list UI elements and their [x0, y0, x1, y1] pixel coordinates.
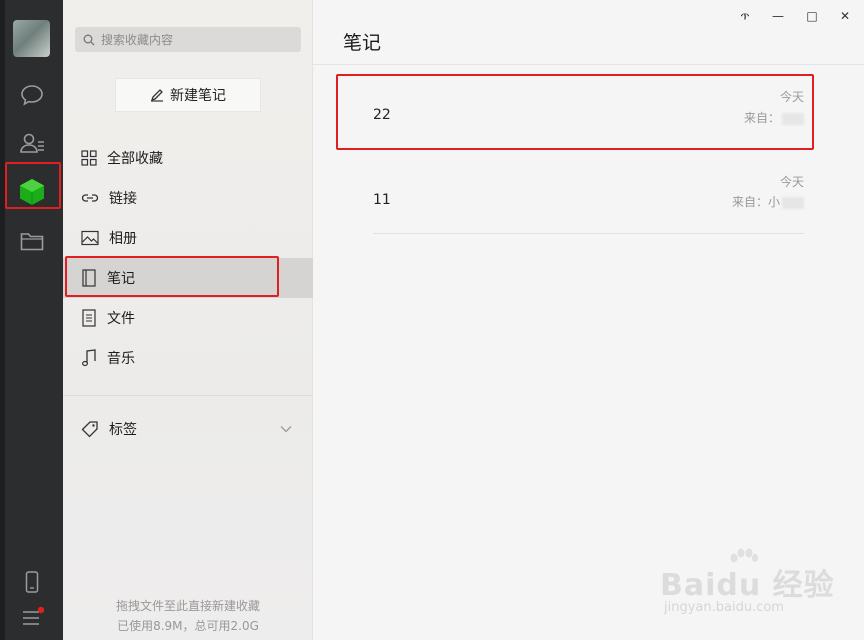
new-note-label: 新建笔记: [170, 88, 226, 104]
minimize-icon: —: [772, 9, 784, 23]
maximize-icon: □: [806, 9, 818, 23]
chevron-down-icon[interactable]: [280, 425, 292, 433]
image-icon: [81, 230, 99, 246]
close-icon: ✕: [839, 9, 851, 23]
watermark: Baidu 经验 jingyan.baidu.com: [660, 548, 860, 638]
page-title: 笔记: [343, 32, 382, 54]
note-date: 今天: [779, 175, 804, 189]
nav-label: 音乐: [107, 351, 135, 367]
drag-hint: 拖拽文件至此直接新建收藏: [115, 599, 260, 613]
menu-icon[interactable]: [18, 603, 46, 631]
pin-icon: ጥ: [740, 8, 750, 23]
pin-button[interactable]: ጥ: [731, 6, 759, 26]
watermark-site: jingyan.baidu.com: [664, 600, 784, 615]
folder-icon[interactable]: [18, 227, 46, 255]
avatar[interactable]: [13, 20, 50, 57]
nav-item-files[interactable]: 文件: [63, 298, 313, 338]
nav-item-album[interactable]: 相册: [63, 218, 313, 258]
section-divider: [63, 395, 313, 396]
tags-label: 标签: [109, 422, 137, 438]
nav-label: 全部收藏: [107, 151, 163, 167]
phone-icon[interactable]: [18, 568, 46, 596]
close-button[interactable]: ✕: [831, 6, 859, 26]
tag-icon: [81, 421, 98, 438]
favorites-sidebar: 搜索收藏内容 新建笔记 全部收藏 链接 相册 笔记 文件 音乐 标签 拖拽文件至…: [63, 0, 313, 640]
storage-usage: 已使用8.9M，总可用2.0G: [117, 619, 259, 633]
search-placeholder: 搜索收藏内容: [101, 33, 174, 47]
nav-item-all-favorites[interactable]: 全部收藏: [63, 138, 313, 178]
contacts-icon[interactable]: [18, 129, 46, 157]
app-rail: [0, 0, 63, 640]
rail-highlight-box: [5, 162, 61, 209]
notes-panel: ጥ — □ ✕ 笔记 22 今天 来自： 11 今天 来自：小: [313, 0, 864, 640]
note-source: 来自：小: [732, 193, 804, 210]
minimize-button[interactable]: —: [764, 6, 792, 26]
search-input[interactable]: 搜索收藏内容: [75, 27, 301, 52]
music-note-icon: [81, 349, 96, 367]
nav-item-links[interactable]: 链接: [63, 178, 313, 218]
nav-label: 相册: [109, 231, 137, 247]
note-divider: [373, 233, 804, 234]
notes-highlight-box: [65, 256, 279, 297]
link-icon: [81, 194, 99, 202]
note-title: 11: [373, 192, 391, 208]
nav-label: 链接: [109, 191, 137, 207]
new-note-button[interactable]: 新建笔记: [115, 78, 261, 112]
grid-icon: [81, 150, 97, 166]
search-icon: [83, 34, 95, 45]
tags-section[interactable]: 标签: [63, 409, 313, 449]
blurred-source: [782, 196, 804, 209]
file-icon: [82, 309, 96, 327]
title-divider: [313, 64, 864, 65]
note-source-label: 来自：小: [731, 195, 780, 209]
note-highlight-box: [336, 74, 814, 150]
chat-bubble-icon[interactable]: [18, 81, 46, 109]
note-item[interactable]: 11 今天 来自：小: [357, 160, 804, 244]
watermark-brand: Baidu 经验: [660, 568, 835, 603]
nav-label: 文件: [107, 311, 135, 327]
nav-item-music[interactable]: 音乐: [63, 338, 313, 378]
pencil-icon: [150, 89, 163, 102]
rail-edge: [0, 0, 5, 640]
maximize-button[interactable]: □: [798, 6, 826, 26]
